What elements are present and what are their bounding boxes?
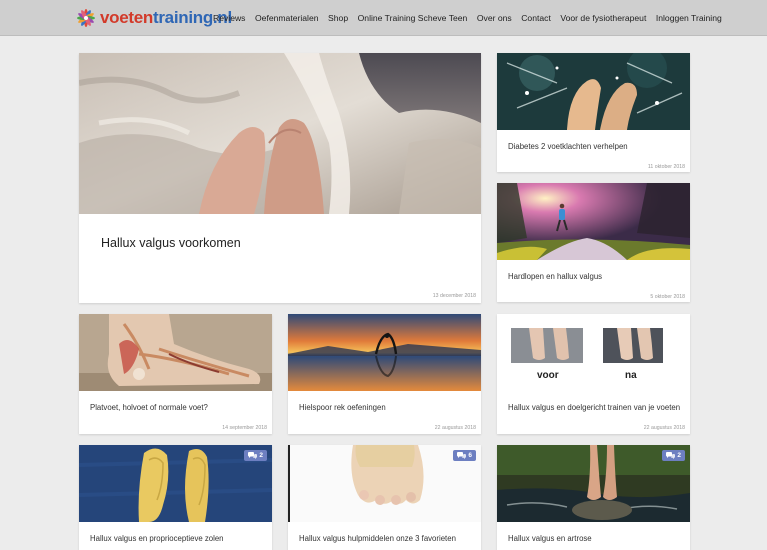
nav-over-ons[interactable]: Over ons <box>477 13 512 23</box>
logo-word-part1: voeten <box>100 8 153 27</box>
post-image-water-feet[interactable] <box>497 53 690 130</box>
top-navbar: voetentraining.nl Reviews Oefenmateriale… <box>0 0 767 36</box>
nav-inloggen[interactable]: Inloggen Training <box>656 13 722 23</box>
before-label: voor <box>537 370 559 381</box>
post-date: 22 augustus 2018 <box>643 425 685 431</box>
nav-reviews[interactable]: Reviews <box>213 13 245 23</box>
post-image-stream-feet[interactable] <box>497 445 690 522</box>
post-title[interactable]: Hallux valgus en doelgericht trainen van… <box>508 403 680 412</box>
post-date: 5 oktober 2018 <box>650 294 685 300</box>
comment-count: 2 <box>677 452 681 459</box>
post-title[interactable]: Hallux valgus hulpmiddelen onze 3 favori… <box>299 534 456 543</box>
logo-flower-icon <box>77 9 95 27</box>
post-image-sand-feet[interactable] <box>79 53 481 214</box>
post-card[interactable]: 2 Hallux valgus en proprioceptieve zolen <box>79 445 272 550</box>
post-title[interactable]: Hielspoor rek oefeningen <box>299 403 386 412</box>
after-label: na <box>625 370 637 381</box>
comment-badge[interactable]: 2 <box>662 450 685 461</box>
post-date: 11 oktober 2018 <box>647 164 685 170</box>
post-title[interactable]: Hardlopen en hallux valgus <box>508 272 602 281</box>
post-card[interactable]: Hielspoor rek oefeningen 22 augustus 201… <box>288 314 481 434</box>
comment-bubble-icon <box>248 452 258 459</box>
nav-shop[interactable]: Shop <box>328 13 348 23</box>
post-card[interactable]: 6 Hallux valgus hulpmiddelen onze 3 favo… <box>288 445 481 550</box>
post-image-toe-separator[interactable] <box>288 445 481 522</box>
post-date: 22 augustus 2018 <box>434 425 476 431</box>
post-image-before-after[interactable]: voor na <box>497 314 690 391</box>
post-card[interactable]: 2 Hallux valgus en artrose <box>497 445 690 550</box>
comment-bubble-icon <box>666 452 676 459</box>
comment-badge[interactable]: 6 <box>453 450 476 461</box>
post-image-insoles[interactable] <box>79 445 272 522</box>
post-image-foot-anatomy[interactable] <box>79 314 272 391</box>
post-card[interactable]: voor na Hallux valgus en doelgericht tra… <box>497 314 690 434</box>
post-title[interactable]: Platvoet, holvoet of normale voet? <box>90 403 208 412</box>
comment-count: 2 <box>259 452 263 459</box>
post-title[interactable]: Hallux valgus en proprioceptieve zolen <box>90 534 224 543</box>
nav-fysiotherapeut[interactable]: Voor de fysiotherapeut <box>560 13 646 23</box>
nav-online-training[interactable]: Online Training Scheve Teen <box>358 13 468 23</box>
post-title[interactable]: Diabetes 2 voetklachten verhelpen <box>508 142 628 151</box>
post-image-runner[interactable] <box>497 183 690 260</box>
post-title[interactable]: Hallux valgus en artrose <box>508 534 592 543</box>
post-title[interactable]: Hallux valgus voorkomen <box>101 236 241 250</box>
comment-bubble-icon <box>457 452 467 459</box>
post-image-sunset-yoga[interactable] <box>288 314 481 391</box>
comment-badge[interactable]: 2 <box>244 450 267 461</box>
comment-count: 6 <box>468 452 472 459</box>
featured-post-card[interactable]: Hallux valgus voorkomen 13 december 2018 <box>79 53 481 303</box>
site-logo[interactable]: voetentraining.nl <box>75 5 232 31</box>
nav-oefenmaterialen[interactable]: Oefenmaterialen <box>255 13 319 23</box>
post-date: 13 december 2018 <box>432 293 476 299</box>
post-date: 14 september 2018 <box>222 425 267 431</box>
post-card[interactable]: Hardlopen en hallux valgus 5 oktober 201… <box>497 183 690 302</box>
post-card[interactable]: Diabetes 2 voetklachten verhelpen 11 okt… <box>497 53 690 172</box>
post-card[interactable]: Platvoet, holvoet of normale voet? 14 se… <box>79 314 272 434</box>
nav-contact[interactable]: Contact <box>521 13 551 23</box>
main-menu: Reviews Oefenmaterialen Shop Online Trai… <box>213 0 722 36</box>
